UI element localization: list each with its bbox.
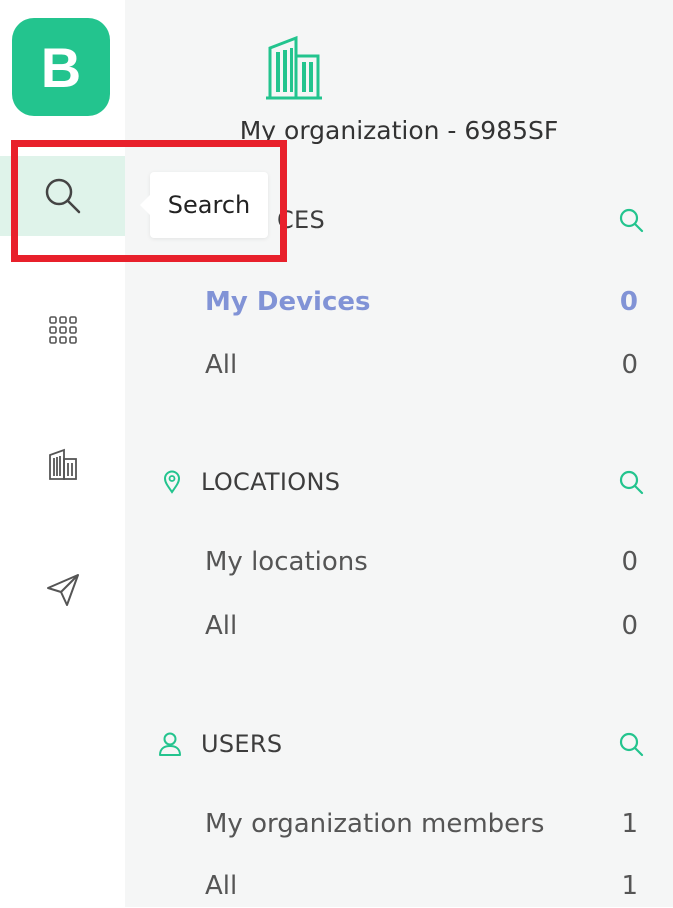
left-rail: B [0,0,125,907]
list-item-count: 0 [621,547,638,577]
list-item-count: 0 [621,350,638,380]
search-icon [619,470,644,495]
rail-item-send[interactable] [0,550,125,630]
location-pin-icon [163,470,181,494]
list-item-my-devices[interactable]: My Devices 0 [205,280,638,324]
users-section-title: USERS [201,730,283,758]
list-item-count: 1 [621,809,638,839]
list-item-label: My organization members [205,809,545,839]
list-item-label: My locations [205,547,368,577]
user-icon [159,732,181,756]
list-item-count: 0 [621,611,638,641]
list-item-label: All [205,871,238,901]
locations-section-title: LOCATIONS [201,468,341,496]
highlight-box [11,140,287,262]
list-item-my-organization-members[interactable]: My organization members 1 [205,802,638,846]
list-item-my-locations[interactable]: My locations 0 [205,540,638,584]
search-icon [619,732,644,757]
locations-section-header: LOCATIONS [155,464,645,500]
list-item-all-devices[interactable]: All 0 [205,343,638,387]
list-item-count: 1 [621,871,638,901]
list-item-label: All [205,611,238,641]
list-item-count: 0 [619,287,638,317]
users-section-header: USERS [155,726,645,762]
building-icon [48,448,77,480]
list-item-label: My Devices [205,287,371,317]
list-item-all-locations[interactable]: All 0 [205,604,638,648]
search-icon [619,208,644,233]
devices-search-button[interactable] [615,206,645,234]
list-item-label: All [205,350,238,380]
rail-item-organization[interactable] [0,424,125,504]
locations-search-button[interactable] [615,468,645,496]
send-icon [46,574,79,606]
app-logo[interactable]: B [12,18,110,116]
rail-item-apps[interactable] [0,290,125,370]
building-icon [266,35,322,100]
logo-letter: B [40,35,82,99]
users-search-button[interactable] [615,730,645,758]
list-item-all-users[interactable]: All 1 [205,864,638,908]
grid-icon [48,316,77,344]
